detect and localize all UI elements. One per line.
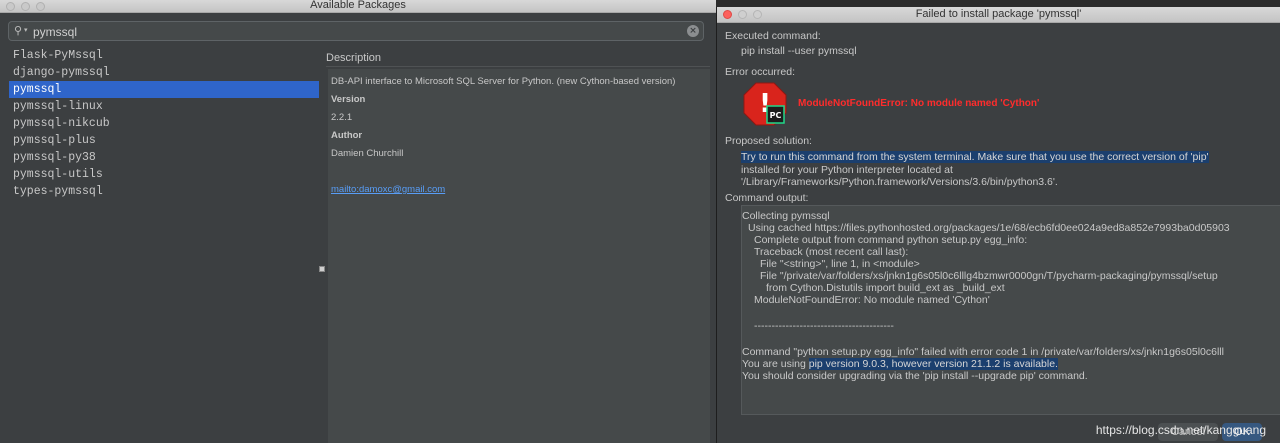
executed-command-label: Executed command: (725, 30, 821, 42)
version-value: 2.2.1 (331, 112, 353, 123)
install-failed-dialog: Failed to install package 'pymssql' Exec… (716, 7, 1280, 443)
output-line: You should consider upgrading via the 'p… (742, 370, 1088, 382)
output-line: Traceback (most recent call last): (754, 246, 909, 258)
output-divider: ---------------------------------------- (754, 320, 894, 332)
dialog-titlebar: Failed to install package 'pymssql' (717, 7, 1280, 23)
left-titlebar: Available Packages (0, 0, 716, 13)
error-message: ModuleNotFoundError: No module named 'Cy… (798, 98, 1040, 109)
output-line: File "/private/var/folders/xs/jnkn1g6s05… (760, 270, 1218, 282)
description-body: DB-API interface to Microsoft SQL Server… (328, 69, 710, 443)
output-line-pip-warning: You are using pip version 9.0.3, however… (742, 358, 1058, 370)
package-list[interactable]: Flask-PyMssql django-pymssql pymssql pym… (9, 47, 319, 443)
clear-search-icon[interactable]: × (687, 25, 699, 37)
error-icon: ! PC (743, 82, 787, 126)
version-label: Version (331, 94, 366, 105)
error-occurred-label: Error occurred: (725, 66, 796, 78)
proposed-solution-text: Try to run this command from the system … (741, 151, 1280, 189)
list-item[interactable]: pymssql-nikcub (9, 115, 319, 132)
list-item[interactable]: pymssql-plus (9, 132, 319, 149)
solution-line: Try to run this command from the system … (741, 151, 1209, 163)
package-summary: DB-API interface to Microsoft SQL Server… (331, 76, 676, 87)
executed-command: pip install --user pymssql (741, 45, 857, 57)
search-input[interactable] (33, 24, 673, 39)
search-icon[interactable]: ⚲ (14, 24, 22, 37)
author-email-link[interactable]: mailto:damoxc@gmail.com (331, 184, 445, 195)
package-search-box[interactable]: ⚲ ▾ × (8, 21, 704, 41)
output-line: from Cython.Distutils import build_ext a… (766, 282, 1005, 294)
pip-warning-prefix: You are using (742, 358, 809, 370)
description-title: Description (326, 52, 382, 64)
solution-line: '/Library/Frameworks/Python.framework/Ve… (741, 176, 1058, 188)
list-item[interactable]: django-pymssql (9, 64, 319, 81)
output-line: File "<string>", line 1, in <module> (760, 258, 920, 270)
solution-line: installed for your Python interpreter lo… (741, 163, 953, 176)
dialog-title: Failed to install package 'pymssql' (915, 8, 1082, 20)
pip-warning-highlight: pip version 9.0.3, however version 21.1.… (808, 358, 1058, 370)
list-item[interactable]: types-pymssql (9, 183, 319, 200)
output-line: Collecting pymssql (742, 210, 830, 222)
list-item[interactable]: pymssql-linux (9, 98, 319, 115)
list-item[interactable]: Flask-PyMssql (9, 47, 319, 64)
available-packages-window: Available Packages ⚲ ▾ × Flask-PyMssql d… (0, 0, 716, 443)
panel-splitter[interactable] (319, 47, 325, 443)
output-line: Complete output from command python setu… (754, 234, 1028, 246)
output-line: Using cached https://files.pythonhosted.… (748, 222, 1230, 234)
command-output-label: Command output: (725, 192, 809, 204)
description-header: Description (326, 47, 710, 67)
watermark-text: https://blog.csdn.net/kangguang (1095, 423, 1266, 437)
proposed-solution-label: Proposed solution: (725, 135, 812, 147)
list-item[interactable]: pymssql-utils (9, 166, 319, 183)
command-output-box[interactable]: Collecting pymssql Using cached https://… (741, 205, 1280, 415)
window-title: Available Packages (310, 0, 406, 11)
output-line: ModuleNotFoundError: No module named 'Cy… (754, 294, 990, 306)
author-value: Damien Churchill (331, 148, 404, 159)
splitter-handle[interactable] (319, 266, 325, 272)
list-item[interactable]: pymssql-py38 (9, 149, 319, 166)
list-item-selected[interactable]: pymssql (9, 81, 319, 98)
chevron-down-icon[interactable]: ▾ (24, 26, 28, 34)
output-line: Command "python setup.py egg_info" faile… (742, 346, 1224, 358)
author-label: Author (331, 130, 363, 141)
svg-text:PC: PC (770, 111, 782, 120)
description-panel: Description DB-API interface to Microsof… (326, 47, 710, 443)
